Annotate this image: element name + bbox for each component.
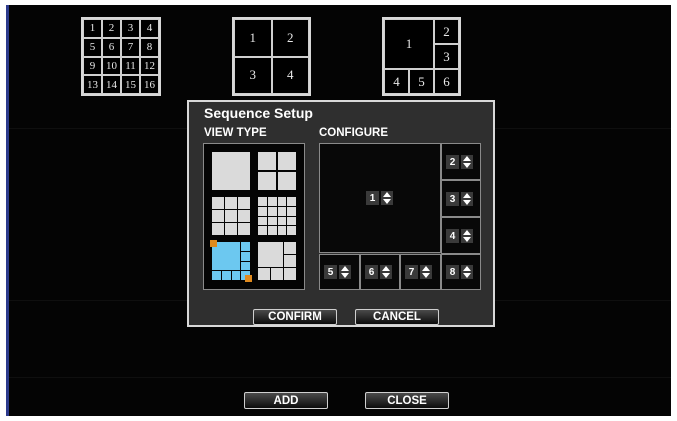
layout-cell: 4 (384, 69, 409, 94)
up-down-arrows-icon[interactable] (461, 192, 473, 206)
layout-cell: 15 (121, 75, 140, 94)
channel-3-spinner[interactable]: 3 (446, 192, 473, 206)
layout-cell: 10 (102, 56, 121, 76)
layout-cell: 14 (102, 75, 121, 94)
layout-cell: 11 (121, 56, 140, 76)
up-down-arrows-icon[interactable] (461, 265, 473, 279)
channel-number: 2 (446, 155, 459, 169)
channel-2-spinner[interactable]: 2 (446, 155, 473, 169)
layout-cell: 7 (121, 37, 140, 57)
layout-cell: 2 (434, 19, 459, 44)
up-down-arrows-icon[interactable] (461, 229, 473, 243)
layout-cell: 3 (121, 19, 140, 38)
view-type-9-button[interactable] (212, 197, 250, 235)
layout-cell: 1 (384, 19, 434, 69)
layout-cell: 2 (271, 19, 309, 57)
view-type-16-button[interactable] (258, 197, 296, 235)
view-type-6-button[interactable] (258, 242, 296, 280)
up-down-arrows-icon[interactable] (420, 265, 432, 279)
selection-corner-marker (210, 240, 217, 247)
channel-number: 5 (324, 265, 337, 279)
add-button[interactable]: ADD (244, 392, 328, 409)
up-down-arrows-icon[interactable] (339, 265, 351, 279)
channel-number: 1 (366, 191, 379, 205)
sequence-setup-dialog: Sequence Setup VIEW TYPE CONFIGURE 1 2 3… (187, 100, 495, 327)
layout-cell: 1 (83, 19, 102, 38)
confirm-button[interactable]: CONFIRM (253, 309, 337, 325)
layout-4-thumbnail[interactable]: 1234 (232, 17, 311, 96)
layout-cell: 4 (140, 19, 159, 38)
up-down-arrows-icon[interactable] (380, 265, 392, 279)
view-type-single-button[interactable] (212, 152, 250, 190)
layout-cell: 2 (102, 19, 121, 38)
layout-cell: 1 (234, 19, 272, 57)
layout-cell: 13 (83, 75, 102, 94)
layout-cell: 16 (140, 75, 159, 94)
layout-cell: 12 (140, 56, 159, 76)
channel-5-spinner[interactable]: 5 (324, 265, 351, 279)
channel-8-spinner[interactable]: 8 (446, 265, 473, 279)
divider (9, 377, 671, 378)
channel-1-spinner[interactable]: 1 (366, 191, 393, 205)
configure-label: CONFIGURE (319, 127, 388, 139)
layout-6-thumbnail[interactable]: 123456 (382, 17, 461, 96)
channel-4-spinner[interactable]: 4 (446, 229, 473, 243)
layout-cell: 6 (434, 69, 459, 94)
dialog-title: Sequence Setup (204, 105, 313, 121)
layout-cell: 9 (83, 56, 102, 76)
channel-number: 7 (405, 265, 418, 279)
view-type-quad-button[interactable] (258, 152, 296, 190)
up-down-arrows-icon[interactable] (461, 155, 473, 169)
channel-number: 4 (446, 229, 459, 243)
view-type-8-button[interactable] (210, 240, 252, 282)
channel-number: 3 (446, 192, 459, 206)
layout-cell: 5 (409, 69, 434, 94)
view-type-panel (203, 143, 305, 290)
channel-number: 8 (446, 265, 459, 279)
layout-cell: 4 (271, 56, 309, 94)
channel-6-spinner[interactable]: 6 (365, 265, 392, 279)
layout-cell: 8 (140, 37, 159, 57)
layout-16-thumbnail[interactable]: 1 2 3 4 5 6 7 8 9 10 11 12 13 14 15 16 (81, 17, 161, 96)
channel-number: 6 (365, 265, 378, 279)
view-type-label: VIEW TYPE (204, 127, 267, 139)
layout-cell: 3 (434, 44, 459, 69)
up-down-arrows-icon[interactable] (381, 191, 393, 205)
close-button[interactable]: CLOSE (365, 392, 449, 409)
layout-cell: 5 (83, 37, 102, 57)
selection-corner-marker (245, 275, 252, 282)
channel-7-spinner[interactable]: 7 (405, 265, 432, 279)
cancel-button[interactable]: CANCEL (355, 309, 439, 325)
layout-cell: 3 (234, 56, 272, 94)
layout-cell: 6 (102, 37, 121, 57)
